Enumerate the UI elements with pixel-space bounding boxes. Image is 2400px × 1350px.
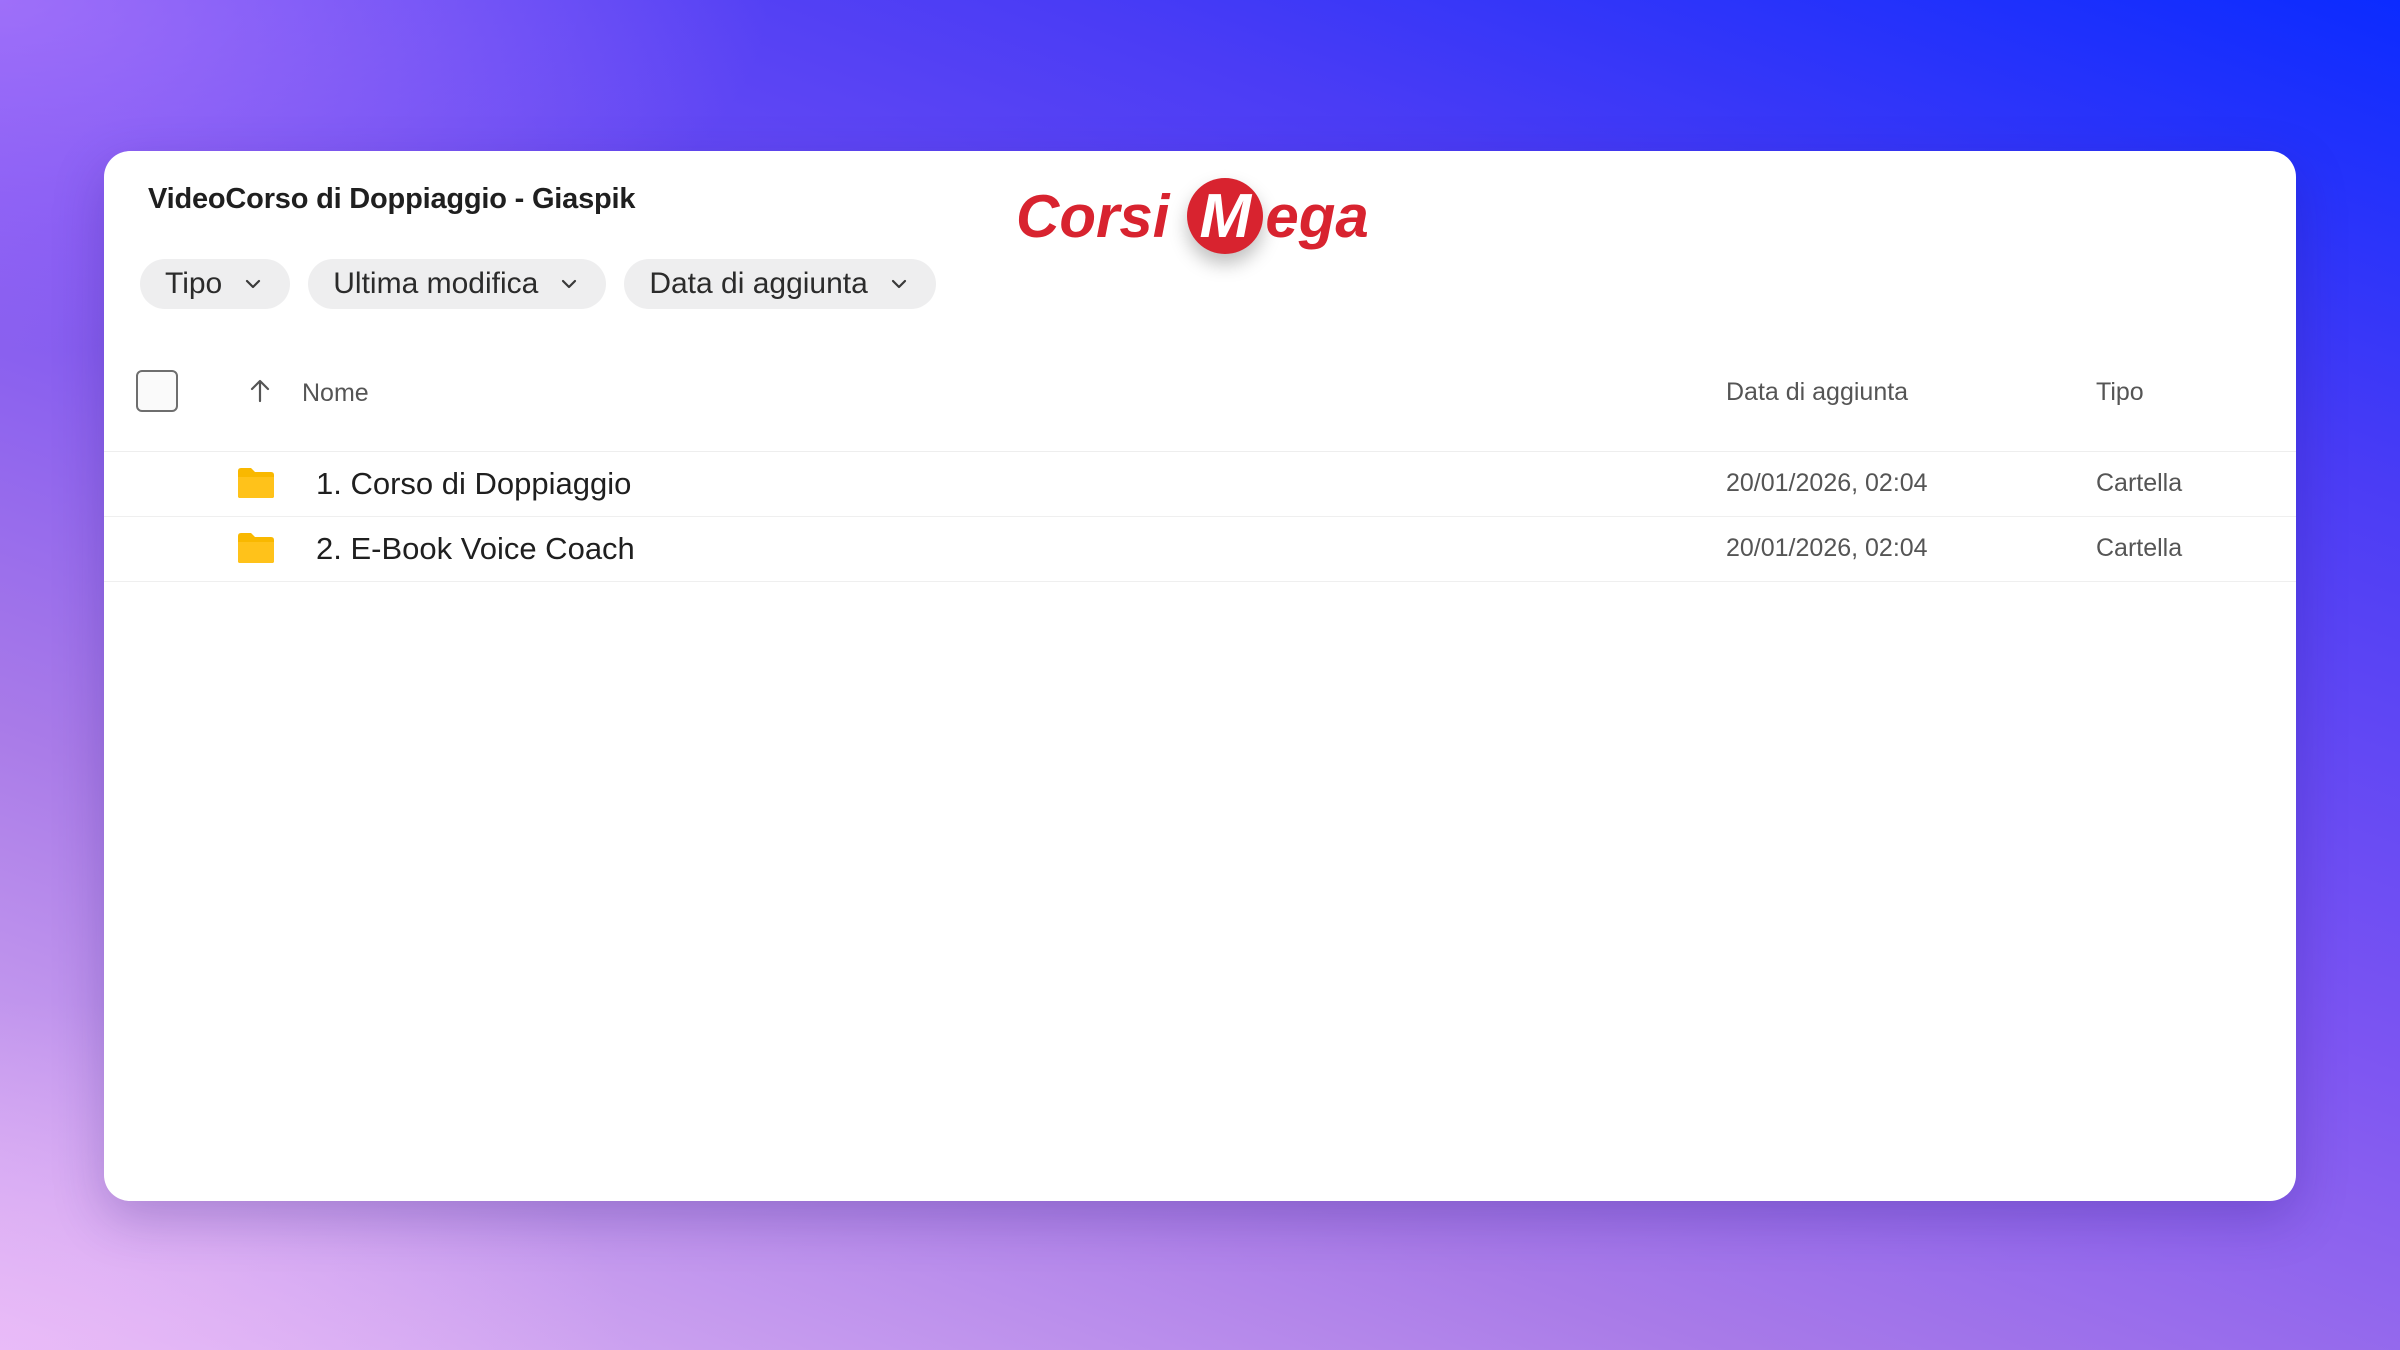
file-browser-panel: VideoCorso di Doppiaggio - Giaspik Corsi… (104, 151, 2296, 1201)
page-title: VideoCorso di Doppiaggio - Giaspik (148, 183, 636, 215)
filter-type-button[interactable]: Tipo (140, 259, 291, 309)
row-name[interactable]: 1. Corso di Doppiaggio (316, 466, 631, 502)
row-date-added: 20/01/2026, 02:04 (1726, 534, 1928, 562)
table-header (104, 369, 2296, 452)
folder-icon (236, 467, 276, 499)
column-header-date-added[interactable]: Data di aggiunta (1726, 378, 1908, 407)
row-date-added: 20/01/2026, 02:04 (1726, 469, 1928, 497)
filter-date-added-button[interactable]: Data di aggiunta (624, 259, 936, 309)
chevron-down-icon (244, 275, 262, 293)
logo-text-ega: ega (1265, 182, 1369, 250)
row-name[interactable]: 2. E-Book Voice Coach (316, 531, 635, 567)
chevron-down-icon (560, 275, 578, 293)
folder-icon (236, 532, 276, 564)
column-header-name[interactable]: Nome (302, 379, 369, 408)
filter-date-added-label: Data di aggiunta (649, 267, 868, 300)
filter-last-modified-label: Ultima modifica (333, 267, 539, 300)
chevron-down-icon (890, 275, 908, 293)
select-all-checkbox[interactable] (136, 370, 178, 412)
sort-ascending-icon[interactable] (246, 377, 274, 405)
column-header-type[interactable]: Tipo (2096, 378, 2144, 407)
table-row[interactable]: 1. Corso di Doppiaggio 20/01/2026, 02:04… (104, 451, 2296, 517)
row-type: Cartella (2096, 534, 2183, 562)
filter-type-label: Tipo (165, 267, 223, 300)
filter-last-modified-button[interactable]: Ultima modifica (308, 259, 607, 309)
logo-text-corsi: Corsi (1016, 182, 1170, 250)
corsimega-logo: Corsi M ega (1016, 171, 1369, 261)
filter-bar: Tipo Ultima modifica Data di aggiunta (140, 259, 936, 309)
row-type: Cartella (2096, 469, 2183, 497)
table-row[interactable]: 2. E-Book Voice Coach 20/01/2026, 02:04 … (104, 516, 2296, 582)
logo-m-badge: M (1187, 178, 1264, 254)
